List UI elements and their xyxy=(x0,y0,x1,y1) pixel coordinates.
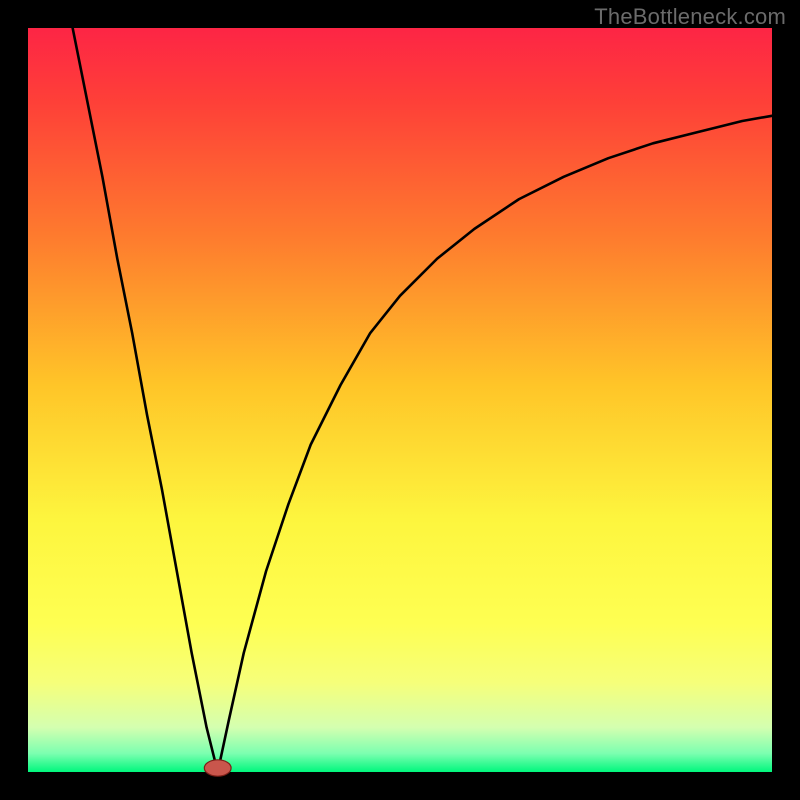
gradient-background xyxy=(28,28,772,772)
bottleneck-chart xyxy=(0,0,800,800)
chart-frame: TheBottleneck.com xyxy=(0,0,800,800)
watermark-text: TheBottleneck.com xyxy=(594,4,786,30)
optimal-marker xyxy=(204,760,231,776)
